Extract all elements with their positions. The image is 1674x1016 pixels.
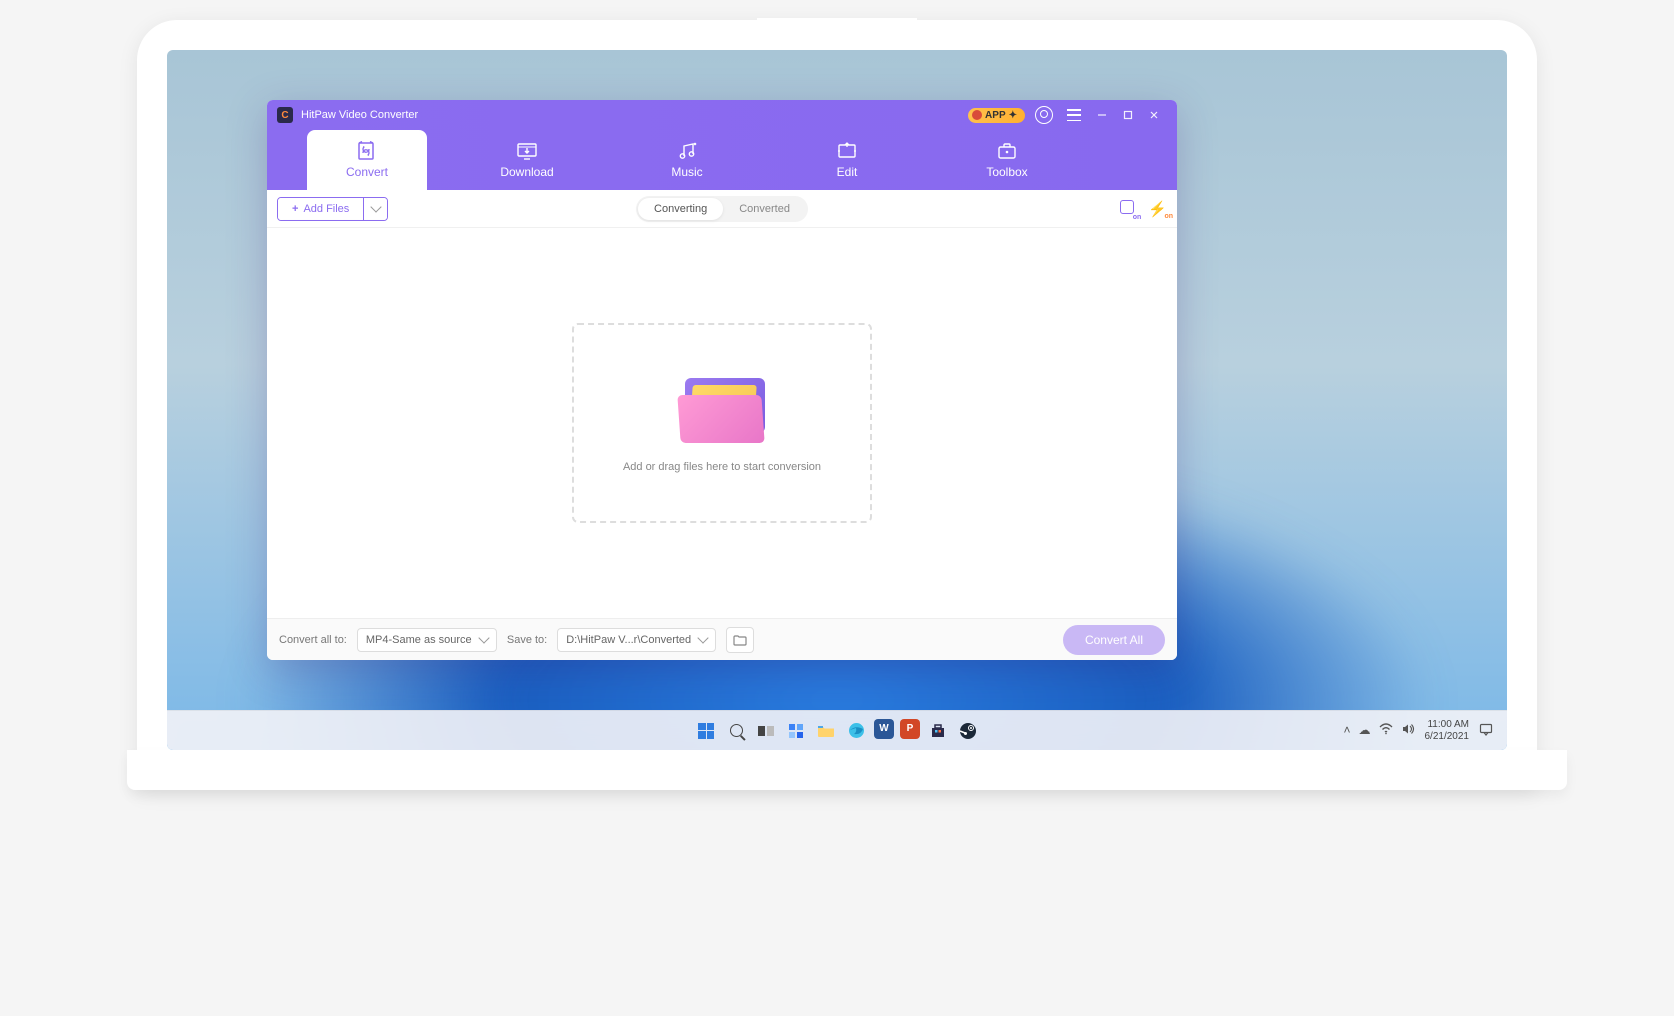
tray-volume-icon[interactable] [1401,723,1415,738]
tab-toolbox-label: Toolbox [986,165,1027,179]
powerpoint-icon[interactable]: P [900,719,920,739]
taskbar: W P ˄ ☁ 11:00 AM 6/21/2021 [167,710,1507,750]
tray-chevron-icon[interactable]: ˄ [1343,723,1350,738]
sparkle-icon: ✦ [1009,110,1017,121]
app-title: HitPaw Video Converter [301,109,418,121]
convert-icon [355,141,379,161]
lightning-icon[interactable]: ⚡on [1148,200,1167,218]
tab-download-label: Download [500,165,553,179]
tab-music-label: Music [671,165,702,179]
dropzone-hint: Add or drag files here to start conversi… [623,461,821,473]
tray-onedrive-icon[interactable]: ☁ [1359,723,1371,738]
task-view-icon[interactable] [754,719,778,743]
close-button[interactable] [1141,102,1167,128]
maximize-button[interactable] [1115,102,1141,128]
convert-all-to-label: Convert all to: [279,634,347,646]
taskbar-center: W P [694,719,980,743]
app-badge[interactable]: APP ✦ [968,108,1025,123]
main-tabs: Convert Download Music [267,130,1177,190]
segmented-control: Converting Converted [636,196,808,222]
folder-icon [733,634,747,646]
tray-wifi-icon[interactable] [1379,723,1393,738]
hamburger-menu-icon[interactable] [1067,109,1081,121]
convert-all-button[interactable]: Convert All [1063,625,1165,655]
taskbar-clock[interactable]: 11:00 AM 6/21/2021 [1425,719,1470,742]
add-files-group: + Add Files Add Video Add Audio Add Fold… [277,197,388,221]
app-logo-icon: C [277,107,293,123]
desktop-wallpaper: C HitPaw Video Converter APP ✦ [167,50,1507,750]
laptop-base [127,750,1567,790]
file-explorer-icon[interactable] [814,719,838,743]
music-icon [675,141,699,161]
tab-convert-label: Convert [346,165,388,179]
add-files-label: Add Files [303,203,349,215]
tab-edit[interactable]: Edit [787,130,907,190]
tab-toolbox[interactable]: Toolbox [947,130,1067,190]
tab-download[interactable]: Download [467,130,587,190]
taskbar-time: 11:00 AM [1425,719,1470,731]
chevron-down-icon [370,201,381,212]
dropzone[interactable]: Add or drag files here to start conversi… [572,323,872,523]
toolbar: + Add Files Add Video Add Audio Add Fold… [267,190,1177,228]
segment-converted[interactable]: Converted [723,198,806,220]
store-icon[interactable] [926,719,950,743]
tray-notifications-icon[interactable] [1479,723,1493,739]
minimize-button[interactable] [1089,102,1115,128]
footer-bar: Convert all to: MP4-Same as source Save … [267,618,1177,660]
add-files-button[interactable]: + Add Files [278,198,363,220]
laptop-notch [757,18,917,48]
folder-illustration-icon [677,373,767,443]
tab-edit-label: Edit [837,165,858,179]
download-icon [515,141,539,161]
hardware-accel-icon[interactable]: on [1120,200,1138,218]
account-icon[interactable] [1035,106,1053,124]
widgets-icon[interactable] [784,719,808,743]
open-folder-button[interactable] [726,627,754,653]
chevron-down-icon [697,632,708,643]
system-tray: ˄ ☁ 11:00 AM 6/21/2021 [1343,719,1507,742]
output-format-value: MP4-Same as source [366,634,472,646]
save-path-select[interactable]: D:\HitPaw V...r\Converted [557,628,716,652]
edit-icon [835,141,859,161]
tab-music[interactable]: Music [627,130,747,190]
taskbar-date: 6/21/2021 [1425,731,1470,743]
chevron-down-icon [478,632,489,643]
content-area: Add or drag files here to start conversi… [267,228,1177,618]
tab-convert[interactable]: Convert [307,130,427,190]
app-window: C HitPaw Video Converter APP ✦ [267,100,1177,660]
taskbar-search-icon[interactable] [724,719,748,743]
save-path-value: D:\HitPaw V...r\Converted [566,634,691,646]
titlebar: C HitPaw Video Converter APP ✦ [267,100,1177,130]
segment-converting[interactable]: Converting [638,198,723,220]
toolbox-icon [995,141,1019,161]
app-badge-label: APP [985,110,1006,121]
start-button[interactable] [694,719,718,743]
add-files-dropdown-toggle[interactable] [363,198,387,220]
laptop-frame: C HitPaw Video Converter APP ✦ [137,20,1537,790]
word-icon[interactable]: W [874,719,894,739]
app-badge-icon [972,110,982,120]
save-to-label: Save to: [507,634,547,646]
output-format-select[interactable]: MP4-Same as source [357,628,497,652]
plus-icon: + [292,203,298,215]
edge-icon[interactable] [844,719,868,743]
steam-icon[interactable] [956,719,980,743]
